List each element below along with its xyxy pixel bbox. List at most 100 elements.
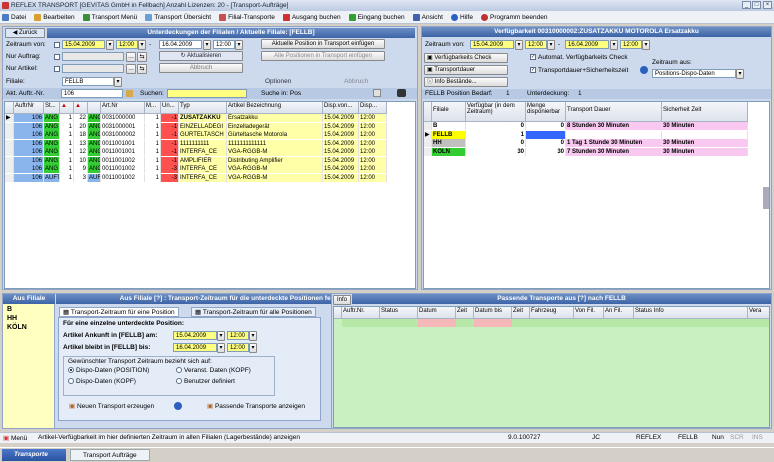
col-sicherheit[interactable]: Sicherheit Zeit	[662, 102, 748, 122]
table-cell[interactable]: -1	[161, 148, 179, 156]
ankunft-date[interactable]: 15.04.2009	[173, 331, 217, 340]
optionen-label[interactable]: Optionen	[265, 78, 291, 85]
table-cell[interactable]: AUFT	[44, 173, 60, 182]
table-cell[interactable]: 1111111111111	[227, 139, 323, 148]
radio-benutzer-dot[interactable]	[176, 378, 182, 385]
table-cell[interactable]: 106	[14, 173, 44, 182]
table-cell[interactable]: Ersatzakku	[227, 114, 323, 122]
col-st2[interactable]	[88, 102, 101, 114]
show-transports-button[interactable]: ▣ Passende Transporte anzeigen	[207, 402, 305, 410]
nur-artikel-checkbox[interactable]	[54, 66, 60, 72]
table-cell[interactable]: 106	[14, 131, 44, 139]
auftrag-lookup-button[interactable]: …	[126, 52, 136, 62]
table-cell[interactable]: INTERFA_CE	[179, 148, 227, 156]
table-cell[interactable]: -1	[161, 114, 179, 122]
date-to-input[interactable]: 16.04.2009	[159, 40, 202, 49]
auftrag-link-icon[interactable]: ⇆	[137, 52, 147, 62]
row-indicator[interactable]	[5, 139, 14, 148]
col-fahrzeug[interactable]: Fahrzeug	[530, 307, 574, 319]
col-status[interactable]: Status	[380, 307, 418, 319]
col-zeit-bis[interactable]: Zeit	[512, 307, 530, 319]
table-cell[interactable]: ANG	[88, 131, 101, 139]
menu-ansicht[interactable]: Ansicht	[412, 13, 443, 21]
table-cell[interactable]: B	[432, 122, 466, 130]
tab-alle-positionen[interactable]: ▦ Transport-Zeitraum für alle Positionen	[191, 307, 316, 317]
table-cell[interactable]: -1	[161, 139, 179, 148]
right-time-to[interactable]: 12:00	[620, 40, 642, 49]
table-cell[interactable]: ANG	[88, 139, 101, 148]
radio-dispo-kopf[interactable]: Dispo-Daten (KOPF)	[68, 378, 136, 385]
help-small-icon[interactable]	[640, 66, 648, 74]
table-cell[interactable]: ANG	[88, 114, 101, 122]
table-cell[interactable]: 12:00	[359, 139, 387, 148]
table-cell[interactable]: 12:00	[359, 148, 387, 156]
info-button[interactable]: Info	[333, 295, 351, 305]
right-time-to-dropdown[interactable]: ▾	[642, 40, 650, 50]
table-cell[interactable]: 18	[74, 131, 88, 139]
taskbar-transporte[interactable]: Transporte	[2, 449, 66, 461]
table-cell[interactable]: AUFT	[88, 173, 101, 182]
filiale-item[interactable]: KÖLN	[7, 324, 27, 331]
table-cell[interactable]: 0011001002	[101, 156, 145, 165]
col-zeit[interactable]: Zeit	[456, 307, 474, 319]
table-cell[interactable]: 7 Stunden 30 Minuten	[566, 147, 662, 156]
table-cell[interactable]: 0	[526, 122, 566, 130]
table-cell[interactable]	[526, 130, 566, 139]
nur-auftrag-checkbox[interactable]	[54, 54, 60, 60]
col-auftrnr[interactable]: Auftr.Nr.	[342, 307, 380, 319]
binoculars-icon[interactable]	[397, 89, 406, 97]
table-cell[interactable]: 106	[14, 165, 44, 173]
table-cell[interactable]: ANG	[44, 165, 60, 173]
new-transport-button[interactable]: ▣ Neuen Transport erzeugen	[69, 402, 154, 410]
col-verfuegbar[interactable]: Verfügbar (in dem Zeitraum)	[466, 102, 526, 122]
table-cell[interactable]: 9	[74, 165, 88, 173]
table-cell[interactable]: EINZELLADEGI	[179, 122, 227, 131]
table-cell[interactable]: FELLB	[432, 130, 466, 139]
row-indicator[interactable]	[5, 122, 14, 131]
transportdauer-button[interactable]: ▣ Transportdauer	[424, 65, 508, 75]
table-cell[interactable]: 1	[466, 130, 526, 139]
menu-hilfe[interactable]: Hilfe	[450, 13, 473, 21]
table-cell[interactable]: 0	[466, 139, 526, 147]
table-cell[interactable]: -1	[161, 122, 179, 131]
table-cell[interactable]: 10	[74, 156, 88, 165]
table-cell[interactable]: 3	[74, 173, 88, 182]
date-to-dropdown[interactable]: ▾	[203, 40, 211, 50]
table-cell[interactable]: 1	[60, 156, 74, 165]
table-cell[interactable]: 13	[74, 139, 88, 148]
radio-benutzer[interactable]: Benutzer definiert	[176, 378, 235, 385]
row-indicator[interactable]: ▶	[424, 130, 432, 139]
table-cell[interactable]: 0031000001	[101, 122, 145, 131]
right-time-from[interactable]: 12:00	[525, 40, 547, 49]
table-cell[interactable]: 12:00	[359, 131, 387, 139]
col-bezeichnung[interactable]: Artikel Bezeichnung	[227, 102, 323, 114]
table-cell[interactable]: 15.04.2009	[323, 156, 359, 165]
table-cell[interactable]: ANG	[88, 156, 101, 165]
cancel-button[interactable]: Abbruch	[159, 63, 243, 73]
time-from-input[interactable]: 12:00	[116, 40, 138, 49]
col-up2-icon[interactable]: ▲	[74, 102, 88, 114]
table-cell[interactable]: 0031000002	[101, 131, 145, 139]
row-indicator[interactable]	[5, 148, 14, 156]
table-cell[interactable]: -1	[161, 156, 179, 165]
table-cell[interactable]: Distributing Amplifier	[227, 156, 323, 165]
col-disp2[interactable]: Disp...	[359, 102, 387, 114]
table-cell[interactable]: 1	[60, 114, 74, 122]
auto-check-checkbox[interactable]: ✓	[530, 54, 536, 61]
col-datum[interactable]: Datum	[418, 307, 456, 319]
table-cell[interactable]: KÖLN	[432, 147, 466, 156]
table-cell[interactable]: 30	[466, 147, 526, 156]
info-bestaende-button[interactable]: ⓘ Info Bestände...	[424, 77, 508, 87]
table-cell[interactable]: 0011001002	[101, 173, 145, 182]
insert-all-button[interactable]: Alle Positionen in Transport einfügen	[261, 51, 385, 61]
right-scrollbar[interactable]	[763, 187, 769, 209]
col-menge-disp[interactable]: Menge disponierbar	[526, 102, 566, 122]
table-cell[interactable]: Einzelladegerät	[227, 122, 323, 131]
table-cell[interactable]: 15.04.2009	[323, 173, 359, 182]
table-cell[interactable]: 0	[466, 122, 526, 130]
ankunft-time[interactable]: 12:00	[227, 331, 249, 340]
table-cell[interactable]: 12:00	[359, 122, 387, 131]
table-cell[interactable]: -1	[161, 131, 179, 139]
table-cell[interactable]: 0031000000	[101, 114, 145, 122]
verfuegbarkeit-check-button[interactable]: ▣ Verfügbarkeits Check	[424, 53, 508, 63]
